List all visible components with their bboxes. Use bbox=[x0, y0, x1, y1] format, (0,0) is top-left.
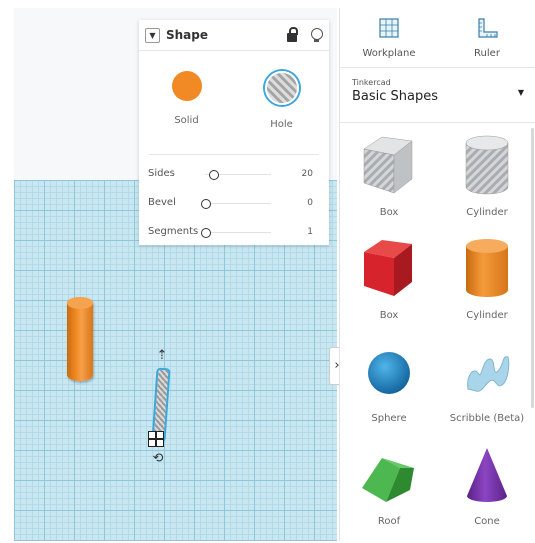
shape-box[interactable]: Box bbox=[340, 234, 438, 337]
shapes-panel: Workplane Ruler Tinkercad Basic Shapes ▼ bbox=[339, 8, 535, 541]
ruler-button[interactable]: Ruler bbox=[438, 8, 535, 67]
ruler-icon bbox=[478, 18, 498, 38]
inspector-header: ▼ Shape bbox=[139, 20, 329, 51]
shape-cylinder[interactable]: Cylinder bbox=[438, 234, 535, 337]
scribble-icon bbox=[467, 356, 510, 392]
library-vendor: Tinkercad bbox=[352, 78, 391, 87]
property-value[interactable]: 0 bbox=[307, 198, 313, 208]
solid-option[interactable]: Solid bbox=[157, 71, 217, 130]
shape-label: Cylinder bbox=[466, 310, 508, 321]
resize-handle[interactable] bbox=[148, 439, 156, 447]
workplane-button[interactable]: Workplane bbox=[340, 8, 438, 67]
lock-icon[interactable] bbox=[287, 26, 298, 42]
slider-knob[interactable] bbox=[201, 228, 211, 238]
chevron-down-icon[interactable]: ▼ bbox=[145, 27, 160, 43]
library-dropdown[interactable]: Tinkercad Basic Shapes ▼ bbox=[340, 68, 535, 123]
solid-swatch[interactable] bbox=[171, 71, 202, 101]
shape-scribble[interactable]: Scribble (Beta) bbox=[438, 337, 535, 440]
property-segments: Segments 1 bbox=[139, 219, 329, 248]
property-bevel: Bevel 0 bbox=[139, 190, 329, 219]
solid-label: Solid bbox=[174, 115, 199, 126]
shape-label: Sphere bbox=[371, 413, 407, 424]
shape-label: Box bbox=[379, 207, 399, 218]
property-value[interactable]: 1 bbox=[307, 227, 313, 237]
orange-cylinder-object[interactable] bbox=[67, 297, 93, 381]
box-icon bbox=[364, 240, 412, 296]
property-label: Sides bbox=[148, 168, 175, 179]
shape-inspector: ▼ Shape Solid Hole Sides 20 Bevel 0 Segm… bbox=[139, 20, 329, 245]
shape-box-hole[interactable]: Box bbox=[340, 131, 438, 234]
cylinder-hole-icon bbox=[465, 135, 509, 195]
lightbulb-icon[interactable] bbox=[311, 28, 323, 42]
shape-roof[interactable]: Roof bbox=[340, 440, 438, 543]
panel-scrollbar[interactable] bbox=[531, 128, 534, 408]
hole-option[interactable]: Hole bbox=[252, 71, 312, 130]
hole-label: Hole bbox=[270, 119, 293, 130]
shape-label: Box bbox=[379, 310, 399, 321]
slider-track[interactable] bbox=[205, 203, 271, 204]
rotate-handle-icon[interactable]: ⟲ bbox=[147, 452, 169, 466]
property-value[interactable]: 20 bbox=[302, 169, 313, 179]
resize-handle[interactable] bbox=[156, 431, 164, 439]
resize-handle[interactable] bbox=[156, 439, 164, 447]
panel-toolbar: Workplane Ruler bbox=[340, 8, 535, 68]
shape-cone[interactable]: Cone bbox=[438, 440, 535, 543]
shape-label: Cylinder bbox=[466, 207, 508, 218]
chevron-down-icon: ▼ bbox=[517, 88, 524, 97]
ruler-label: Ruler bbox=[474, 48, 500, 59]
roof-icon bbox=[362, 458, 414, 502]
workplane-icon bbox=[379, 18, 399, 38]
shape-label: Roof bbox=[377, 516, 401, 527]
library-name: Basic Shapes bbox=[352, 89, 439, 104]
solid-hole-toggle: Solid Hole bbox=[139, 51, 329, 130]
hole-swatch[interactable] bbox=[264, 71, 299, 105]
shape-label: Cone bbox=[474, 516, 500, 527]
shape-sphere[interactable]: Sphere bbox=[340, 337, 438, 440]
box-hole-icon bbox=[363, 136, 413, 194]
slider-knob[interactable] bbox=[208, 170, 219, 180]
resize-handle[interactable] bbox=[148, 431, 156, 439]
shape-label: Scribble (Beta) bbox=[449, 413, 525, 424]
cone-icon bbox=[467, 448, 507, 502]
slider-knob[interactable] bbox=[201, 199, 211, 209]
cylinder-icon bbox=[466, 239, 508, 297]
shape-grid: Box Cylinder Box Cylinder Sphere Scribbl… bbox=[340, 123, 535, 543]
property-sides: Sides 20 bbox=[139, 161, 329, 190]
workplane-label: Workplane bbox=[362, 48, 416, 59]
property-label: Bevel bbox=[148, 197, 176, 208]
property-label: Segments bbox=[148, 226, 199, 237]
sphere-icon bbox=[368, 352, 410, 394]
lift-handle-icon[interactable]: ⇡ bbox=[152, 347, 172, 365]
inspector-title: Shape bbox=[166, 28, 209, 42]
shape-cylinder-hole[interactable]: Cylinder bbox=[438, 131, 535, 234]
slider-track[interactable] bbox=[205, 232, 271, 233]
